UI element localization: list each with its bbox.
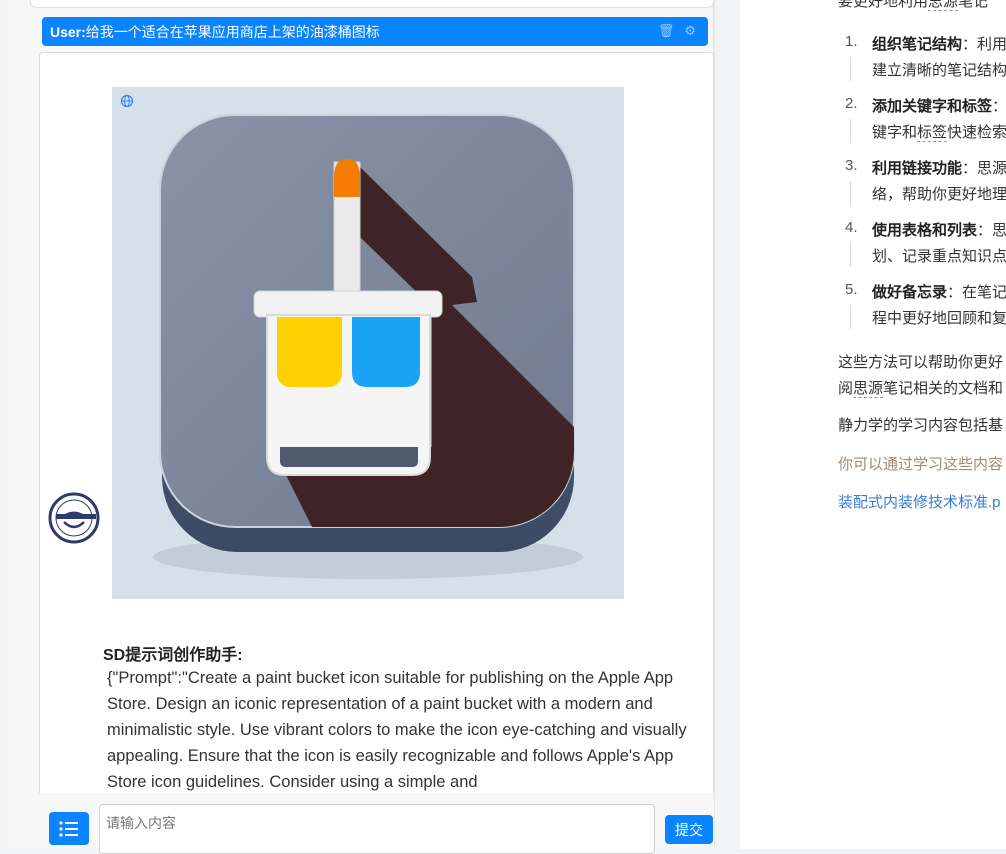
input-area: 提交 [16, 793, 722, 854]
list-item-title: 组织笔记结构 [872, 36, 963, 53]
para-part-b: 思源 [853, 380, 884, 398]
doc-intro-a: 要更好地利用 [838, 0, 929, 10]
doc-muted-paragraph: 你可以通过学习这些内容 [838, 456, 1004, 473]
menu-button[interactable] [49, 812, 89, 845]
assistant-answer-card: SD提示词创作助手: {"Prompt":"Create a paint buc… [39, 52, 714, 812]
list-icon [59, 820, 78, 837]
para-part-c: 笔记相关的文档和 [883, 380, 1004, 397]
list-item-title: 使用表格和列表 [872, 222, 978, 239]
quote-bar [850, 305, 851, 329]
doc-intro-b: 思源 [928, 0, 959, 11]
list-item-rest: ：思源 [962, 160, 1006, 177]
list-item-line2: 络，帮助你更好地理 [872, 186, 1006, 203]
doc-file-link[interactable]: 装配式内装修技术标准.p [838, 491, 1001, 512]
list-item-line2b: 标签 [917, 124, 948, 142]
delete-icon[interactable]: 🗑 [658, 23, 675, 39]
quote-bar [850, 119, 851, 143]
list-number: 3. [845, 157, 858, 174]
chat-input[interactable] [99, 804, 655, 854]
doc-intro-c: 笔记 [958, 0, 989, 10]
list-number: 4. [845, 219, 858, 236]
globe-icon [120, 94, 134, 108]
list-item-line2a: 键字和 [872, 124, 918, 141]
list-item-line2: 程中更好地回顾和复 [872, 310, 1006, 327]
list-item-rest: ：思 [977, 222, 1006, 239]
list-item-title: 做好备忘录 [872, 284, 948, 301]
user-label: User: [50, 23, 86, 40]
list-item-rest: ：利用 [962, 36, 1006, 53]
previous-message-card [30, 0, 714, 8]
message-actions: 🗑 ⚙ [658, 23, 696, 39]
paint-bucket-icon-illustration [153, 114, 583, 579]
list-item-title: 利用链接功能 [872, 160, 963, 177]
list-item-line2: 划、记录重点知识点 [872, 248, 1006, 265]
doc-paragraph: 这些方法可以帮助你更好 [838, 354, 1004, 371]
submit-button[interactable]: 提交 [665, 815, 713, 844]
list-number: 5. [845, 281, 858, 298]
quote-bar [850, 243, 851, 267]
chat-panel: User: 给我一个适合在苹果应用商店上架的油漆桶图标 🗑 ⚙ SD提示词创作助… [8, 0, 722, 854]
doc-paragraph-line2: 阅思源笔记相关的文档和 [838, 377, 1003, 398]
user-message-bar: User: 给我一个适合在苹果应用商店上架的油漆桶图标 🗑 ⚙ [42, 17, 708, 46]
left-gutter [0, 0, 8, 849]
list-item-rest: ：在笔记 [947, 284, 1006, 301]
list-item-line2c: 快速检索 [947, 124, 1006, 141]
settings-icon[interactable]: ⚙ [684, 23, 696, 39]
list-item-rest: ： [992, 98, 1006, 115]
list-number: 1. [845, 33, 858, 50]
user-message-text: 给我一个适合在苹果应用商店上架的油漆桶图标 [85, 23, 380, 40]
list-item-title: 添加关键字和标签 [872, 98, 993, 115]
document-panel: 要更好地利用思源笔记 1. 组织笔记结构：利用 建立清晰的笔记结构 2. 添加关… [740, 0, 1006, 849]
assistant-prompt-text: {"Prompt":"Create a paint bucket icon su… [107, 669, 687, 791]
list-item-line2: 建立清晰的笔记结构 [872, 62, 1006, 79]
generated-paint-bucket-image [112, 87, 624, 599]
assistant-avatar [48, 492, 100, 544]
quote-bar [850, 57, 851, 81]
doc-intro-line: 要更好地利用思源笔记 [838, 0, 988, 11]
quote-bar [850, 181, 851, 205]
doc-paragraph: 静力学的学习内容包括基 [838, 417, 1004, 434]
list-number: 2. [845, 95, 858, 112]
panel-divider[interactable] [714, 0, 740, 849]
para-part-a: 阅 [838, 380, 854, 397]
assistant-name: SD提示词创作助手: [103, 647, 243, 664]
